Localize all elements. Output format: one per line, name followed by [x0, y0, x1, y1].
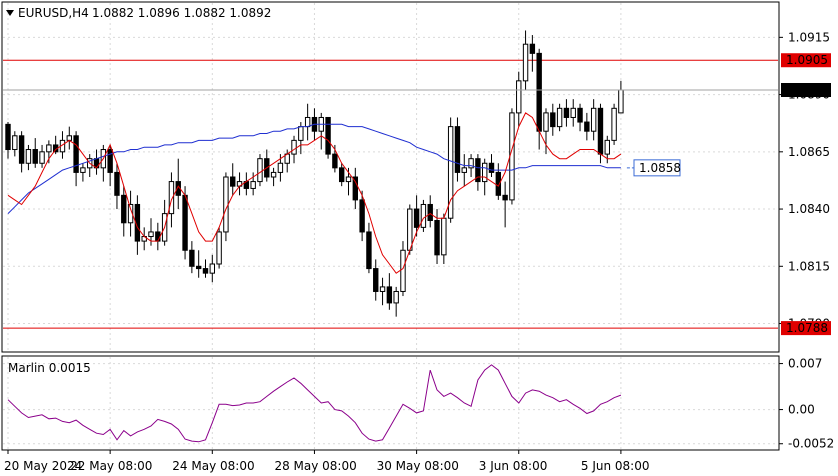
bull-candle	[148, 231, 154, 238]
bull-candle	[66, 135, 72, 141]
bear-candle	[155, 231, 161, 242]
level-tag-label: 1.0788	[786, 321, 828, 335]
price-tag-label: 1.0892	[786, 83, 828, 97]
bull-candle	[522, 43, 529, 82]
bull-candle	[257, 158, 263, 183]
bear-candle	[18, 135, 25, 164]
y-tick-label-indicator: 0.007	[788, 357, 822, 371]
bear-candle	[73, 135, 79, 173]
bear-candle	[577, 107, 583, 123]
bear-candle	[114, 171, 120, 196]
bull-candle	[216, 231, 222, 265]
bear-candle	[413, 208, 420, 228]
bull-candle	[223, 176, 229, 233]
bear-candle	[32, 149, 38, 164]
bull-candle	[611, 107, 617, 141]
bear-candle	[338, 167, 345, 183]
x-tick-label: 22 May 08:00	[70, 459, 152, 473]
bull-candle	[441, 217, 447, 256]
bear-candle	[536, 52, 542, 132]
bear-candle	[454, 126, 461, 173]
bull-candle	[482, 162, 488, 183]
bear-candle	[359, 199, 365, 233]
bear-candle	[584, 121, 590, 132]
y-tick-label-indicator: 0.00	[788, 403, 815, 417]
bear-candle	[386, 286, 393, 304]
bull-candle	[277, 162, 284, 173]
bull-candle	[80, 167, 86, 173]
ohlc-values: 1.0882 1.0896 1.0882 1.0892	[92, 6, 271, 20]
bear-candle	[352, 176, 359, 201]
ma-tag-label: 1.0858	[639, 161, 681, 175]
x-tick-label: 30 May 08:00	[377, 459, 459, 473]
bull-candle	[39, 151, 45, 164]
bull-candle	[304, 116, 311, 128]
bear-candle	[230, 176, 236, 187]
x-tick-label: 3 Jun 08:00	[479, 459, 548, 473]
bull-candle	[393, 290, 399, 304]
bear-candle	[332, 153, 338, 169]
y-tick-label-main: 1.0840	[788, 202, 830, 216]
bear-candle	[5, 123, 11, 151]
bull-candle	[516, 80, 522, 114]
indicator-name: Marlin 0.0015	[8, 361, 91, 375]
bull-candle	[509, 112, 515, 201]
bear-candle	[427, 203, 433, 221]
bear-candle	[366, 231, 372, 270]
bear-candle	[563, 107, 570, 118]
bull-candle	[590, 107, 597, 132]
bull-candle	[345, 176, 352, 183]
bull-candle	[270, 171, 277, 178]
bull-candle	[570, 107, 576, 118]
bull-candle	[400, 249, 406, 292]
bear-candle	[202, 268, 209, 274]
bull-candle	[618, 89, 624, 114]
y-tick-label-main: 1.0815	[788, 259, 830, 273]
bear-candle	[182, 194, 188, 251]
bull-candle	[250, 181, 256, 189]
y-tick-label-indicator: -0.0052	[788, 437, 834, 451]
bear-candle	[529, 43, 536, 54]
bull-candle	[25, 149, 32, 164]
bull-candle	[298, 126, 304, 141]
bear-candle	[550, 112, 556, 128]
chart-background	[0, 0, 838, 476]
x-tick-label: 5 Jun 08:00	[581, 459, 650, 473]
bull-candle	[461, 167, 467, 173]
bear-candle	[325, 116, 331, 155]
bear-candle	[488, 162, 495, 173]
bull-candle	[543, 112, 549, 132]
bull-candle	[12, 135, 18, 151]
bear-candle	[502, 194, 508, 201]
y-tick-label-main: 1.0865	[788, 145, 830, 159]
bull-candle	[379, 286, 386, 292]
bull-candle	[556, 107, 563, 128]
chart: 1.09151.08901.08651.08401.08151.0790 0.0…	[0, 0, 838, 476]
bear-candle	[434, 220, 440, 256]
bull-candle	[407, 208, 413, 251]
bear-candle	[107, 149, 113, 173]
bear-candle	[373, 268, 379, 292]
bear-candle	[597, 107, 604, 155]
bear-candle	[121, 194, 127, 224]
bull-candle	[420, 203, 427, 228]
bull-candle	[604, 139, 610, 155]
bull-candle	[209, 263, 216, 274]
x-tick-label: 28 May 08:00	[274, 459, 356, 473]
x-tick-label: 24 May 08:00	[172, 459, 254, 473]
bear-candle	[195, 265, 202, 270]
level-tag-label: 1.0905	[786, 53, 828, 67]
symbol-timeframe: EURUSD,H4	[18, 6, 89, 20]
bear-candle	[189, 249, 195, 267]
bull-candle	[46, 144, 52, 153]
bull-candle	[291, 139, 297, 155]
y-tick-label-main: 1.0915	[788, 30, 830, 44]
